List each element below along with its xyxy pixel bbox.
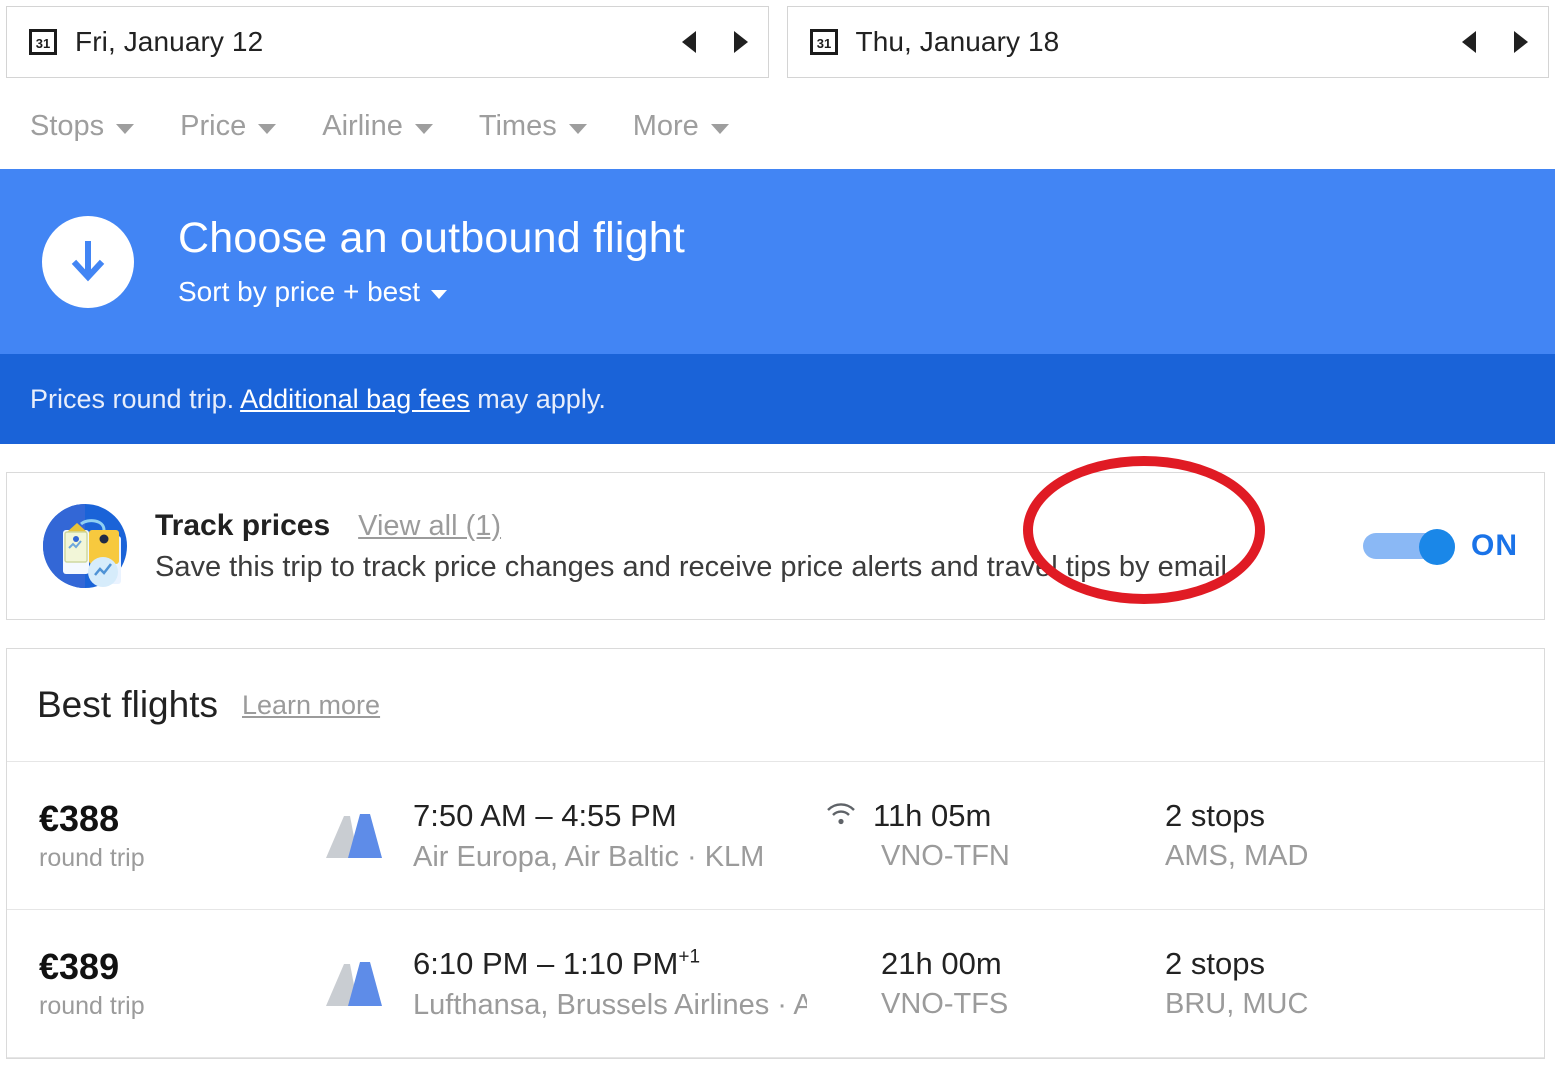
sort-selector-label: Sort by price + best: [178, 276, 421, 308]
price-notice-text: Prices round trip. Additional bag fees m…: [30, 384, 606, 415]
filter-price[interactable]: Price: [180, 110, 277, 143]
flight-times-column: 7:50 AM – 4:55 PM Air Europa, Air Baltic…: [407, 797, 807, 873]
flight-airlines: Air Europa, Air Baltic · KLM: [413, 840, 765, 873]
chevron-down-icon: [116, 124, 135, 134]
wifi-icon: [825, 802, 857, 831]
banner-text-group: Choose an outbound flight Sort by price …: [178, 213, 686, 308]
flight-stops-column: 2 stops AMS, MAD: [1157, 798, 1544, 873]
flight-duration: 11h 05m: [873, 798, 992, 833]
filter-more[interactable]: More: [633, 110, 729, 143]
filter-bar: Stops Price Airline Times More: [0, 84, 1555, 169]
return-date-label: Thu, January 18: [855, 26, 1060, 57]
view-all-link[interactable]: View all (1): [358, 510, 501, 543]
filter-stops-label: Stops: [30, 110, 105, 142]
flight-result-row[interactable]: €388 round trip 7:50 AM – 4:55 PM Air Eu…: [7, 762, 1544, 910]
flight-price-note: round trip: [39, 991, 145, 1020]
flight-stops-column: 2 stops BRU, MUC: [1157, 946, 1544, 1021]
flight-times: 7:50 AM – 4:55 PM: [413, 797, 807, 834]
filter-airline[interactable]: Airline: [322, 110, 433, 143]
airline-tail-icon: [307, 956, 407, 1012]
flight-layovers: AMS, MAD: [1165, 840, 1309, 872]
chevron-down-icon: [431, 290, 448, 300]
toggle-state-label: ON: [1471, 529, 1518, 562]
track-prices-toggle-group: ON: [1363, 529, 1518, 565]
filter-stops[interactable]: Stops: [30, 110, 135, 143]
track-prices-card: Track prices View all (1) Save this trip…: [6, 456, 1545, 620]
flight-price: €388: [39, 798, 120, 840]
flight-price: €389: [39, 946, 120, 988]
svg-text:31: 31: [36, 36, 50, 51]
flight-stops: 2 stops: [1165, 946, 1265, 981]
price-notice-bar: Prices round trip. Additional bag fees m…: [0, 354, 1555, 444]
departure-date-field[interactable]: 31 Fri, January 12: [6, 6, 769, 78]
flight-duration-line: 11h 05m: [825, 798, 1157, 834]
track-prices-body: Track prices View all (1) Save this trip…: [155, 509, 1353, 584]
departure-prev-day-arrow[interactable]: [681, 31, 696, 53]
best-flights-card: Best flights Learn more €388 round trip …: [6, 648, 1545, 1059]
flight-route: VNO-TFN: [881, 840, 1010, 872]
date-bar: 31 Fri, January 12 31 Thu, January 18: [0, 0, 1555, 84]
sort-selector[interactable]: Sort by price + best: [178, 276, 685, 308]
flight-layovers: BRU, MUC: [1165, 988, 1309, 1020]
track-prices-toggle[interactable]: [1363, 529, 1455, 565]
flight-duration-column: 11h 05m VNO-TFN: [807, 762, 1157, 909]
filter-airline-label: Airline: [322, 110, 403, 142]
departure-next-day-arrow[interactable]: [733, 31, 748, 53]
return-next-day-arrow[interactable]: [1514, 31, 1528, 53]
flight-times-column: 6:10 PM – 1:10 PM+1 Lufthansa, Brussels …: [407, 945, 908, 1021]
return-date-steppers: [1462, 31, 1528, 53]
track-prices-header: Track prices View all (1): [155, 509, 1353, 543]
chevron-down-icon: [258, 124, 277, 134]
flight-times-text: 7:50 AM – 4:55 PM: [413, 798, 677, 834]
flight-duration-column: 21h 00m VNO-TFS: [807, 910, 1157, 1057]
track-prices-title: Track prices: [155, 508, 331, 542]
price-notice-prefix: Prices round trip.: [30, 383, 241, 414]
flight-stops: 2 stops: [1165, 798, 1265, 833]
chevron-down-icon: [414, 124, 433, 134]
airline-tail-icon: [307, 808, 407, 864]
outbound-banner: Choose an outbound flight Sort by price …: [0, 169, 1555, 354]
best-flights-title: Best flights: [37, 684, 218, 725]
flight-result-row[interactable]: €389 round trip 6:10 PM – 1:10 PM+1 Luft…: [7, 910, 1544, 1058]
page-title: Choose an outbound flight: [178, 213, 686, 262]
track-prices-description: Save this trip to track price changes an…: [155, 550, 1235, 583]
toggle-knob: [1419, 529, 1455, 565]
additional-bag-fees-link[interactable]: Additional bag fees: [240, 384, 470, 414]
learn-more-link[interactable]: Learn more: [242, 690, 380, 721]
svg-text:31: 31: [816, 36, 830, 51]
flight-times-daychange: +1: [678, 947, 701, 969]
flight-route: VNO-TFS: [881, 988, 1009, 1020]
flight-duration-line: 21h 00m: [825, 946, 1157, 982]
flight-times: 6:10 PM – 1:10 PM+1: [413, 945, 807, 982]
calendar-icon: 31: [809, 28, 838, 56]
departure-date-steppers: [681, 31, 748, 53]
down-arrow-icon: [42, 215, 134, 308]
chevron-down-icon: [710, 124, 729, 134]
calendar-icon: 31: [29, 28, 57, 56]
flight-duration: 21h 00m: [881, 946, 1002, 981]
chevron-down-icon: [568, 124, 587, 134]
filter-times-label: Times: [478, 110, 557, 142]
filter-times[interactable]: Times: [479, 110, 587, 143]
price-tags-icon: [41, 502, 129, 590]
price-notice-suffix: may apply.: [469, 383, 606, 414]
return-date-field[interactable]: 31 Thu, January 18: [786, 6, 1549, 78]
return-prev-day-arrow[interactable]: [1462, 31, 1476, 53]
departure-date-label: Fri, January 12: [75, 26, 264, 57]
flight-price-column: €388 round trip: [7, 798, 307, 872]
filter-price-label: Price: [180, 110, 247, 142]
filter-more-label: More: [632, 110, 699, 142]
flight-airlines: Lufthansa, Brussels Airlines · Air Balti…: [413, 988, 908, 1021]
flight-price-column: €389 round trip: [7, 946, 307, 1020]
flight-times-text: 6:10 PM – 1:10 PM: [413, 946, 679, 982]
flight-price-note: round trip: [39, 843, 145, 872]
best-flights-header: Best flights Learn more: [7, 649, 1544, 762]
